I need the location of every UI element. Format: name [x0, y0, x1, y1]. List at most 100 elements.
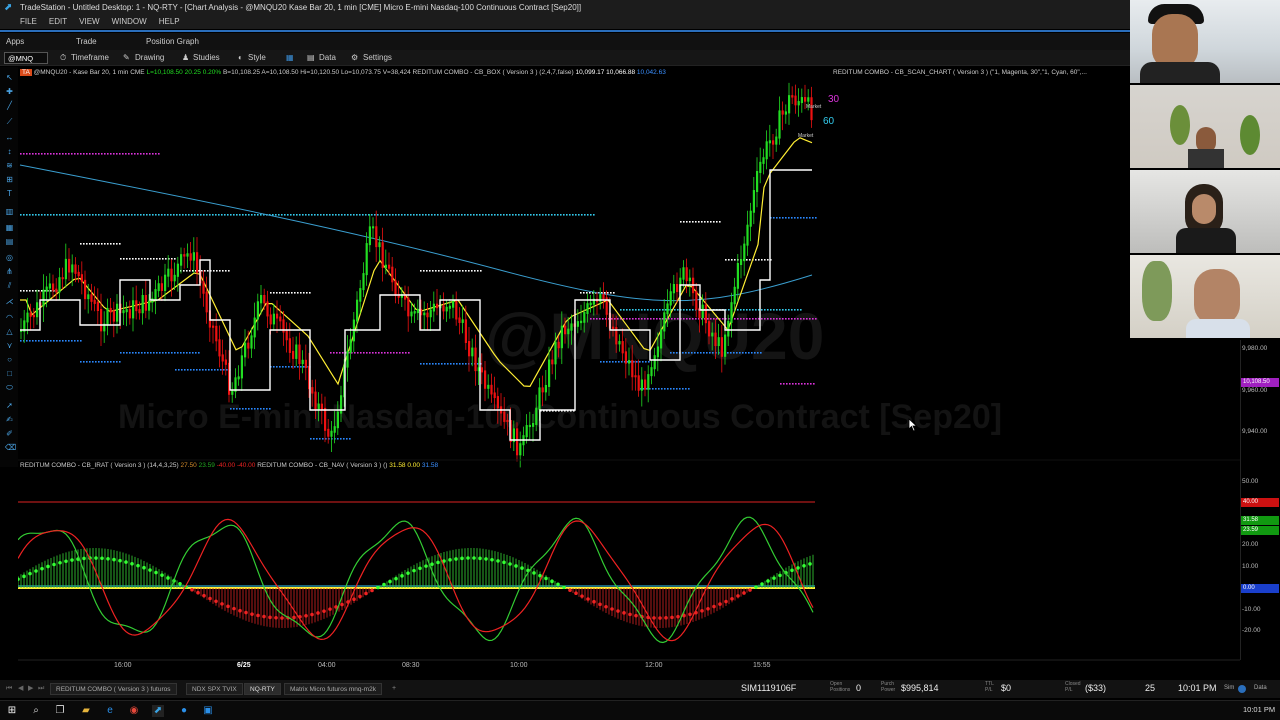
osc-dot	[598, 602, 602, 607]
andrews-icon[interactable]: ⋌	[5, 297, 14, 306]
signal-dot	[435, 270, 437, 272]
task-view-icon[interactable]: ❐	[54, 705, 66, 717]
signal-dot	[798, 383, 800, 385]
osc-dot	[796, 566, 800, 570]
menu-view[interactable]: VIEW	[73, 15, 105, 29]
data-icon: ▤	[307, 53, 315, 62]
start-icon[interactable]: ⊞	[6, 705, 18, 717]
menu-bar: FILE EDIT VIEW WINDOW HELP	[0, 15, 1130, 29]
signal-dot	[59, 214, 61, 216]
menu-file[interactable]: FILE	[0, 15, 43, 29]
add-tab-icon[interactable]: +	[392, 680, 396, 698]
signal-dot	[583, 292, 585, 294]
eraser-icon[interactable]: ⌫	[5, 443, 16, 452]
osc-dot	[748, 588, 752, 592]
arrow-icon[interactable]: ➚	[5, 401, 14, 410]
highlight-icon[interactable]: ✐	[5, 429, 14, 438]
fibonacci-icon[interactable]: ⊞	[5, 175, 14, 184]
signal-dot	[815, 318, 817, 320]
signal-dot	[395, 214, 397, 216]
studies-button[interactable]: Studies	[193, 50, 220, 66]
tab-scroll-next-icon[interactable]: ▶	[28, 680, 33, 698]
horizontal-line-icon[interactable]: ↔	[5, 133, 14, 142]
trendline-icon[interactable]: ╱	[5, 101, 14, 110]
tab-ndx-spx-tvix[interactable]: NDX SPX TVIX	[186, 683, 243, 695]
signal-dot	[65, 340, 67, 342]
candle-body	[637, 375, 640, 391]
signal-dot	[641, 309, 643, 311]
style-button[interactable]: Style	[248, 50, 266, 66]
gann-icon[interactable]: ◎	[5, 253, 14, 262]
candle-body	[45, 286, 48, 292]
osc-dot	[400, 574, 404, 578]
signal-dot	[742, 352, 744, 354]
candle-body	[244, 342, 247, 358]
search-icon[interactable]: ⌕	[30, 705, 42, 717]
grid-icon[interactable]: ▦	[5, 223, 14, 232]
account-id[interactable]: SIM1119106F	[741, 683, 796, 693]
signal-dot	[459, 363, 461, 365]
file-explorer-icon[interactable]: ▰	[80, 705, 92, 717]
table-icon[interactable]: ▤	[5, 237, 14, 246]
ellipse-icon[interactable]: ⬭	[5, 383, 14, 392]
drawing-button[interactable]: Drawing	[135, 50, 164, 66]
rectangle-icon[interactable]: □	[5, 369, 14, 378]
bars-icon[interactable]: ▥	[5, 207, 14, 216]
price-chart[interactable]: 30 60 Market Market	[18, 67, 1240, 667]
layout-icon[interactable]: ▦	[286, 50, 294, 66]
data-button[interactable]: Data	[319, 50, 336, 66]
osc-dot	[82, 556, 86, 561]
vertical-line-icon[interactable]: ↕	[5, 147, 14, 156]
signal-dot	[129, 352, 131, 354]
candle-body	[263, 295, 266, 304]
menu-window[interactable]: WINDOW	[106, 15, 153, 29]
brush-icon[interactable]: ✍	[5, 415, 14, 424]
signal-dot	[86, 214, 88, 216]
settings-button[interactable]: Settings	[363, 50, 392, 66]
triangle-icon[interactable]: △	[5, 327, 14, 336]
tab-scroll-first-icon[interactable]: ⏮	[6, 680, 12, 698]
timeframe-button[interactable]: Timeframe	[71, 50, 109, 66]
channel-icon[interactable]: ≋	[5, 161, 14, 170]
regression-icon[interactable]: ⫽	[5, 281, 14, 290]
signal-dot	[276, 292, 278, 294]
speed-lines-icon[interactable]: ⋔	[5, 267, 14, 276]
zoom-icon[interactable]: ●	[178, 705, 190, 717]
signal-dot	[71, 214, 73, 216]
menu-edit[interactable]: EDIT	[43, 15, 73, 29]
apps-menu[interactable]: Apps	[6, 33, 24, 50]
tab-scroll-prev-icon[interactable]: ◀	[18, 680, 23, 698]
tradestation-taskbar-icon[interactable]: ⬈	[152, 705, 164, 717]
signal-dot	[691, 352, 693, 354]
crosshair-icon[interactable]: ✚	[5, 87, 14, 96]
pointer-icon[interactable]: ↖	[5, 73, 14, 82]
ta-badge[interactable]: TA	[20, 69, 32, 76]
signal-dot	[638, 318, 640, 320]
signal-dot	[770, 309, 772, 311]
symbol-input[interactable]: @MNQ	[4, 52, 48, 64]
arc-icon[interactable]: ◠	[5, 313, 14, 322]
signal-dot	[119, 214, 121, 216]
circle-icon[interactable]: ○	[5, 355, 14, 364]
ray-icon[interactable]: ⟋	[5, 117, 14, 126]
menu-help[interactable]: HELP	[153, 15, 186, 29]
trade-tab[interactable]: Trade	[76, 33, 97, 50]
text-icon[interactable]: T	[5, 189, 14, 198]
sim-indicator[interactable]: Sim	[1224, 685, 1234, 691]
pitchfork-icon[interactable]: ⋎	[5, 341, 14, 350]
candle-body	[727, 320, 730, 337]
signal-dot	[245, 214, 247, 216]
signal-dot	[607, 292, 609, 294]
signal-dot	[152, 153, 154, 155]
tab-scroll-last-icon[interactable]: ⏭	[38, 680, 44, 698]
tab-reditum-combo[interactable]: REDITUM COMBO ( Version 3 ) futuros	[50, 683, 177, 695]
video-app-icon[interactable]: ▣	[202, 705, 214, 717]
edge-browser-icon[interactable]: e	[104, 705, 116, 717]
data-indicator[interactable]: Data	[1254, 685, 1267, 691]
signal-dot	[578, 214, 580, 216]
position-graph-tab[interactable]: Position Graph	[146, 33, 199, 50]
tab-matrix-micro[interactable]: Matrix Micro futuros mnq-m2k	[284, 683, 382, 695]
chrome-browser-icon[interactable]: ◉	[128, 705, 140, 717]
tab-nq-rty[interactable]: NQ-RTY	[244, 683, 281, 695]
signal-dot	[119, 153, 121, 155]
